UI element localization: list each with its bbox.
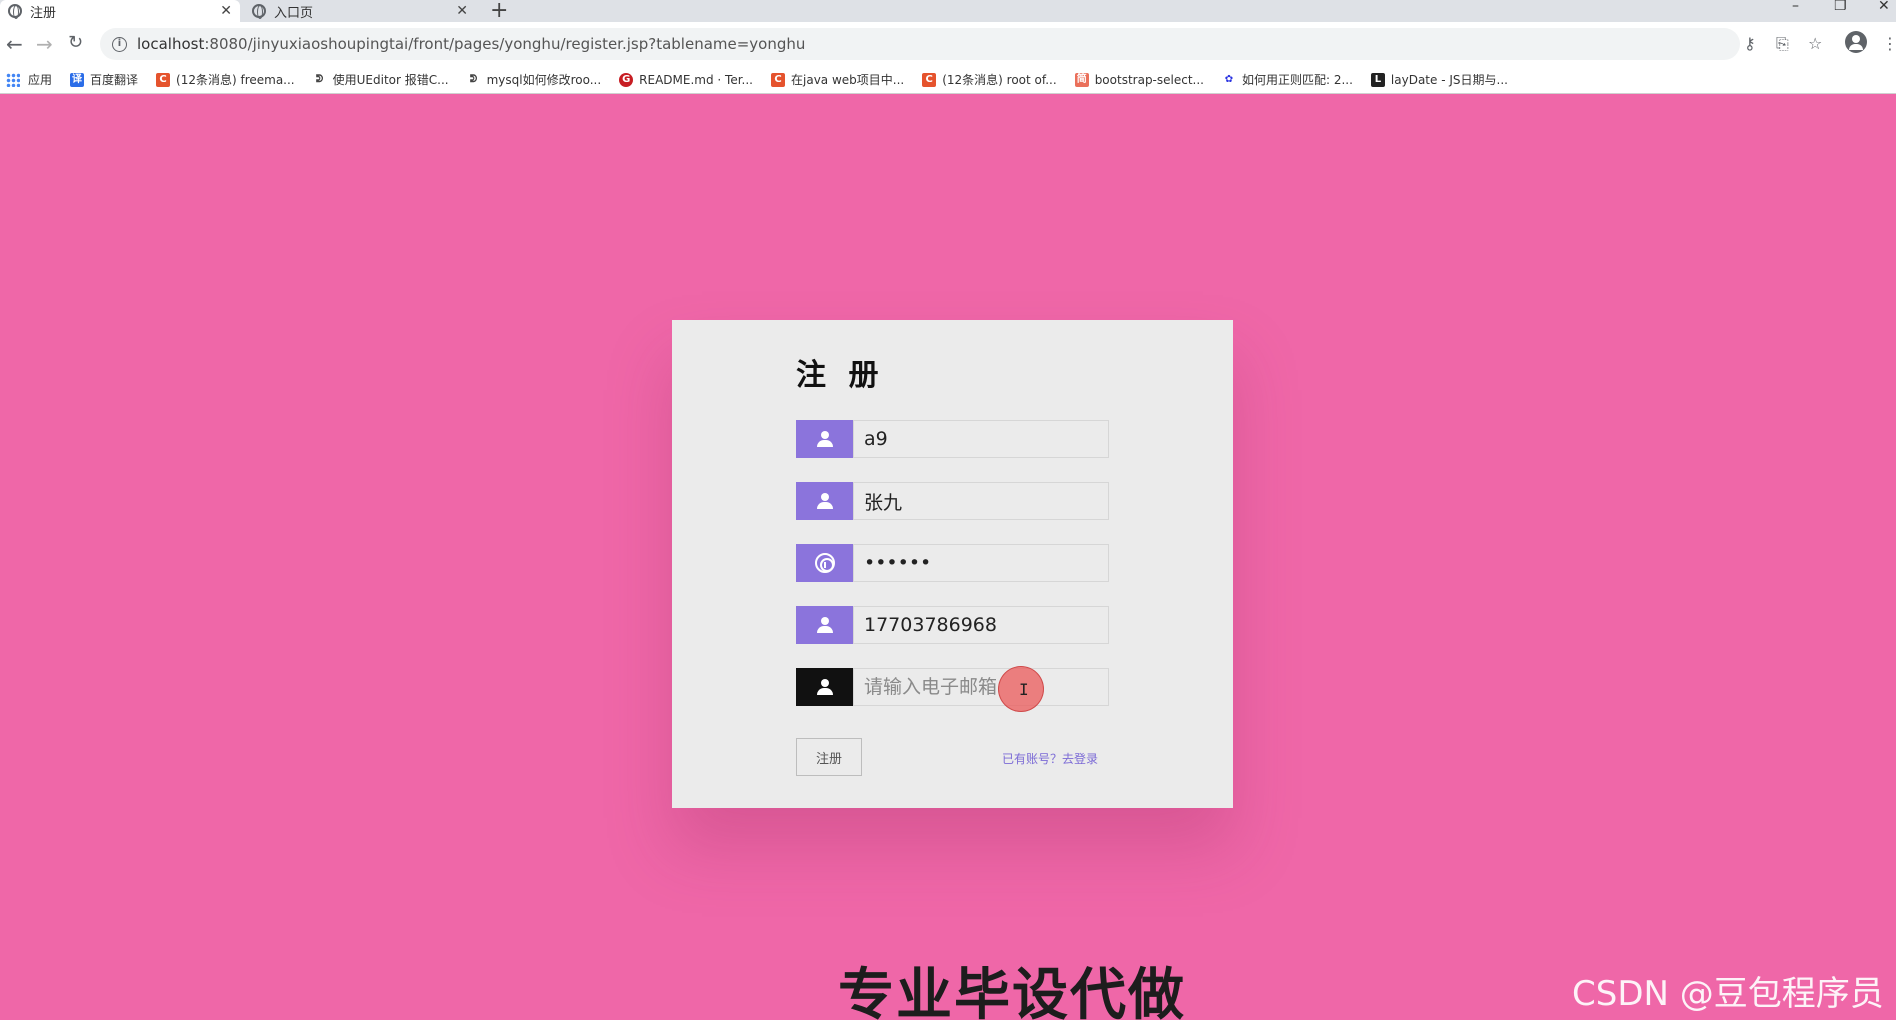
bookmark-apps[interactable]: 应用 xyxy=(6,71,52,88)
watermark: CSDN @豆包程序员 xyxy=(1572,974,1884,1014)
bookmark-label: layDate - JS日期与... xyxy=(1390,73,1508,87)
apps-grid-icon xyxy=(6,72,20,87)
bookmark-label: (12条消息) freema... xyxy=(176,73,295,87)
password-field xyxy=(796,544,1109,582)
user-icon xyxy=(816,679,834,695)
bookmark-label: (12条消息) root of... xyxy=(942,73,1057,87)
bookmark-item[interactable]: ✿ 如何用正则匹配: 2... xyxy=(1222,71,1353,88)
url-bar[interactable]: i localhost:8080/jinyuxiaoshoupingtai/fr… xyxy=(100,28,1740,60)
csdn-icon: C xyxy=(922,72,937,87)
bookmark-item[interactable]: 简 bootstrap-select... xyxy=(1074,72,1204,87)
forward-arrow-icon[interactable]: → xyxy=(36,32,53,56)
translate-icon: 译 xyxy=(70,72,85,87)
user-icon xyxy=(816,431,834,447)
back-arrow-icon[interactable]: ← xyxy=(6,32,23,56)
name-field xyxy=(796,482,1109,520)
star-icon[interactable]: ☆ xyxy=(1808,34,1822,53)
link-icon: ᕲ xyxy=(315,73,324,85)
profile-avatar-icon[interactable] xyxy=(1845,31,1867,53)
email-input[interactable] xyxy=(853,668,1109,706)
bookmark-item[interactable]: C (12条消息) freema... xyxy=(156,71,295,88)
baidu-icon: ✿ xyxy=(1224,73,1234,85)
page-title: 注 册 xyxy=(796,358,885,393)
jianshu-icon: 简 xyxy=(1074,72,1089,87)
phone-icon-box xyxy=(796,606,853,644)
fingerprint-icon xyxy=(814,553,835,573)
email-field xyxy=(796,668,1109,706)
account-icon-box xyxy=(796,420,853,458)
name-icon-box xyxy=(796,482,853,520)
bookmark-label: 应用 xyxy=(28,73,53,87)
menu-dots-icon[interactable]: ⋮ xyxy=(1882,34,1896,53)
tab-title: 注册 xyxy=(30,5,57,21)
user-icon xyxy=(816,617,834,633)
close-tab-icon[interactable]: ✕ xyxy=(456,3,468,19)
email-icon-box xyxy=(796,668,853,706)
bookmarks-bar: 应用 译 百度翻译 C (12条消息) freema... ᕲ 使用UEdito… xyxy=(0,66,1896,94)
user-icon xyxy=(816,493,834,509)
bookmark-item[interactable]: L layDate - JS日期与... xyxy=(1370,71,1508,88)
register-card: 注 册 注册 已有账号？去登录 xyxy=(672,320,1233,808)
info-icon[interactable]: i xyxy=(112,36,127,52)
bookmark-item[interactable]: ᕲ mysql如何修改roo... xyxy=(467,71,602,88)
bookmark-label: mysql如何修改roo... xyxy=(486,73,602,87)
account-input[interactable] xyxy=(853,420,1109,458)
layui-icon: L xyxy=(1370,72,1385,87)
link-icon: ᕲ xyxy=(469,73,478,85)
password-input[interactable] xyxy=(853,544,1109,582)
csdn-icon: C xyxy=(771,72,785,87)
bookmark-label: 在java web项目中... xyxy=(791,73,905,87)
close-tab-icon[interactable]: ✕ xyxy=(220,3,232,19)
bookmark-item[interactable]: ᕲ 使用UEditor 报错C... xyxy=(313,71,449,88)
bookmark-label: README.md · Ter... xyxy=(639,72,753,87)
key-icon[interactable]: ⚷ xyxy=(1744,34,1756,53)
csdn-icon: C xyxy=(156,72,171,87)
phone-input[interactable] xyxy=(853,606,1109,644)
register-button[interactable]: 注册 xyxy=(796,738,862,776)
bookmark-item[interactable]: 译 百度翻译 xyxy=(70,71,138,88)
gitee-icon: G xyxy=(619,72,634,87)
address-toolbar: ← → ↻ i localhost:8080/jinyuxiaoshouping… xyxy=(0,22,1896,66)
bookmark-item[interactable]: G README.md · Ter... xyxy=(619,72,753,87)
minimize-button[interactable]: – xyxy=(1792,0,1799,14)
reload-icon[interactable]: ↻ xyxy=(68,32,83,53)
account-field xyxy=(796,420,1109,458)
restore-button[interactable]: ❐ xyxy=(1834,0,1847,14)
bookmark-item[interactable]: C (12条消息) root of... xyxy=(922,71,1057,88)
globe-icon xyxy=(8,4,22,19)
text-cursor-icon: I xyxy=(1019,680,1029,699)
bookmark-item[interactable]: C 在java web项目中... xyxy=(771,71,904,88)
bookmark-label: 如何用正则匹配: 2... xyxy=(1241,73,1353,87)
password-icon-box xyxy=(796,544,853,582)
tab-entry-page[interactable]: 入口页 ✕ xyxy=(244,0,476,22)
bookmark-label: 百度翻译 xyxy=(90,73,139,87)
translate-icon[interactable]: ⎘ xyxy=(1776,34,1789,54)
globe-icon xyxy=(252,4,266,19)
browser-tab-strip: 注册 ✕ 入口页 ✕ + – ❐ ✕ xyxy=(0,0,1896,23)
video-caption: 专业毕设代做 xyxy=(838,963,1186,1020)
go-login-link[interactable]: 已有账号？去登录 xyxy=(1002,750,1098,767)
name-input[interactable] xyxy=(853,482,1109,520)
bookmark-label: 使用UEditor 报错C... xyxy=(332,73,449,87)
phone-field xyxy=(796,606,1109,644)
tab-register[interactable]: 注册 ✕ xyxy=(0,0,240,22)
url-host: localhost xyxy=(137,35,205,53)
url-path: :8080/jinyuxiaoshoupingtai/front/pages/y… xyxy=(204,35,806,53)
new-tab-button[interactable]: + xyxy=(490,0,508,23)
bookmark-label: bootstrap-select... xyxy=(1094,72,1204,87)
tab-title: 入口页 xyxy=(274,5,314,21)
close-window-button[interactable]: ✕ xyxy=(1878,0,1890,14)
